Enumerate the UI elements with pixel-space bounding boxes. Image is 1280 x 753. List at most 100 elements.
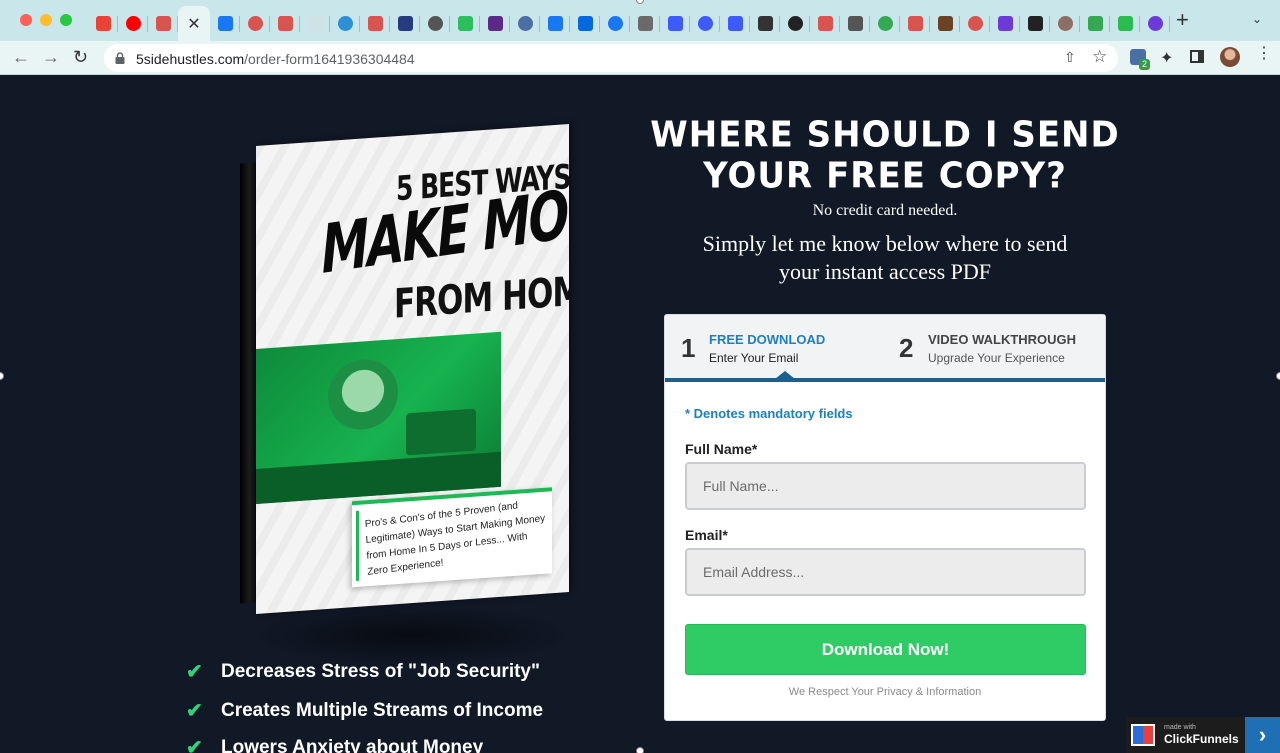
browser-tab[interactable]	[810, 6, 840, 41]
book-spine	[240, 162, 256, 604]
lead-line2: your instant access PDF	[778, 259, 992, 284]
browser-tab[interactable]	[1140, 6, 1170, 41]
tab-favicon-icon	[637, 16, 653, 31]
forward-arrow-icon[interactable]: →	[42, 47, 60, 67]
side-panel-icon[interactable]	[1190, 50, 1204, 63]
cover-caption-box: Pro's & Con's of the 5 Proven (and Legit…	[352, 487, 552, 588]
tab-favicon-icon	[487, 16, 503, 31]
browser-tab[interactable]	[118, 6, 148, 41]
tab-favicon-icon	[757, 16, 773, 31]
tab-favicon-icon	[937, 16, 953, 31]
browser-tab[interactable]	[600, 6, 630, 41]
extension-button[interactable]: 2	[1130, 49, 1151, 70]
cover-caption: Pro's & Con's of the 5 Proven (and Legit…	[364, 500, 546, 578]
active-browser-tab[interactable]: ✕	[178, 6, 210, 41]
minimize-window-button[interactable]	[40, 14, 52, 26]
browser-tab[interactable]	[330, 6, 360, 41]
tab-favicon-icon	[217, 16, 233, 31]
share-icon[interactable]: ⇧	[1064, 49, 1076, 66]
browser-tab[interactable]	[780, 6, 810, 41]
chevron-right-icon[interactable]: ›	[1245, 717, 1280, 753]
browser-tab[interactable]	[88, 6, 118, 41]
browser-tab[interactable]	[630, 6, 660, 41]
step2-number: 2	[899, 333, 914, 363]
tab-favicon-icon	[307, 16, 323, 31]
tab-favicon-icon	[847, 16, 863, 31]
selection-handle[interactable]	[636, 747, 644, 753]
email-label: Email*	[685, 527, 728, 543]
url-text[interactable]: 5sidehustles.com/order-form1641936304484	[136, 51, 415, 67]
tab-favicon-icon	[727, 16, 743, 31]
close-window-button[interactable]	[20, 14, 32, 26]
tab-favicon-icon	[577, 16, 593, 31]
maximize-window-button[interactable]	[60, 14, 72, 26]
reload-icon[interactable]: ↻	[73, 47, 88, 67]
tab-favicon-icon	[155, 16, 171, 31]
tab-favicon-icon	[247, 16, 263, 31]
browser-tab[interactable]	[1080, 6, 1110, 41]
landing-page: 5 BEST WAYS TO MAKE MONEY FROM HOME Pro'…	[0, 75, 1280, 753]
tab-favicon-icon	[367, 16, 383, 31]
browser-tab[interactable]	[870, 6, 900, 41]
more-menu-icon[interactable]: ⋮	[1256, 46, 1272, 62]
profile-avatar[interactable]	[1220, 47, 1240, 67]
browser-tab[interactable]	[240, 6, 270, 41]
tab-favicon-icon	[1027, 16, 1043, 31]
browser-tab[interactable]	[690, 6, 720, 41]
tab-strip: ✕ + ⌄	[0, 0, 1280, 41]
tab-favicon-icon	[517, 16, 533, 31]
browser-tab[interactable]	[270, 6, 300, 41]
tab-favicon-icon	[607, 16, 623, 31]
optin-form-card: 1 FREE DOWNLOAD Enter Your Email 2 VIDEO…	[664, 314, 1106, 721]
browser-tab[interactable]	[390, 6, 420, 41]
browser-tab[interactable]	[570, 6, 600, 41]
browser-tab[interactable]	[990, 6, 1020, 41]
browser-tab[interactable]	[210, 6, 240, 41]
browser-tab[interactable]	[840, 6, 870, 41]
browser-tab[interactable]	[480, 6, 510, 41]
back-arrow-icon[interactable]: ←	[12, 47, 30, 67]
check-icon: ✔	[186, 700, 203, 722]
photo-laptop	[406, 408, 476, 456]
browser-tab[interactable]	[420, 6, 450, 41]
browser-tab[interactable]	[660, 6, 690, 41]
close-tab-icon[interactable]: ✕	[187, 14, 200, 34]
full-name-label: Full Name*	[685, 441, 758, 457]
lead-text: Simply let me know below where to send y…	[660, 230, 1110, 286]
tab-favicon-icon	[817, 16, 833, 31]
selection-handle[interactable]	[1276, 372, 1280, 380]
browser-tab[interactable]	[1050, 6, 1080, 41]
tab-favicon-icon	[277, 16, 293, 31]
book-shadow	[252, 605, 572, 665]
full-name-input[interactable]	[685, 462, 1086, 510]
tab-favicon-icon	[125, 16, 141, 31]
browser-tab[interactable]	[900, 6, 930, 41]
browser-tab[interactable]	[450, 6, 480, 41]
email-input[interactable]	[685, 548, 1086, 596]
browser-tab[interactable]	[540, 6, 570, 41]
bookmark-star-icon[interactable]: ☆	[1092, 47, 1107, 67]
clickfunnels-badge[interactable]: made with ClickFunnels ›	[1126, 717, 1280, 753]
browser-tab[interactable]	[960, 6, 990, 41]
step1-title: FREE DOWNLOAD	[709, 332, 826, 347]
benefit-text: Creates Multiple Streams of Income	[221, 700, 544, 721]
browser-tab[interactable]	[720, 6, 750, 41]
browser-tab[interactable]	[1110, 6, 1140, 41]
progress-steps: 1 FREE DOWNLOAD Enter Your Email 2 VIDEO…	[665, 315, 1105, 382]
badge-brand-name: ClickFunnels	[1164, 732, 1239, 746]
tab-favicon-icon	[1117, 16, 1133, 31]
address-bar[interactable]: 5sidehustles.com/order-form1641936304484…	[104, 44, 1118, 72]
browser-tab[interactable]	[930, 6, 960, 41]
download-now-button[interactable]: Download Now!	[685, 624, 1086, 675]
tab-search-chevron-icon[interactable]: ⌄	[1252, 12, 1262, 26]
browser-tab[interactable]	[510, 6, 540, 41]
browser-tab[interactable]	[300, 6, 330, 41]
extensions-puzzle-icon[interactable]: ✦	[1160, 48, 1173, 68]
new-tab-icon[interactable]: +	[1176, 9, 1189, 31]
browser-tab[interactable]	[750, 6, 780, 41]
cover-photo	[256, 331, 501, 504]
browser-tab[interactable]	[360, 6, 390, 41]
check-icon: ✔	[186, 737, 203, 753]
browser-tab[interactable]	[148, 6, 178, 41]
browser-tab[interactable]	[1020, 6, 1050, 41]
